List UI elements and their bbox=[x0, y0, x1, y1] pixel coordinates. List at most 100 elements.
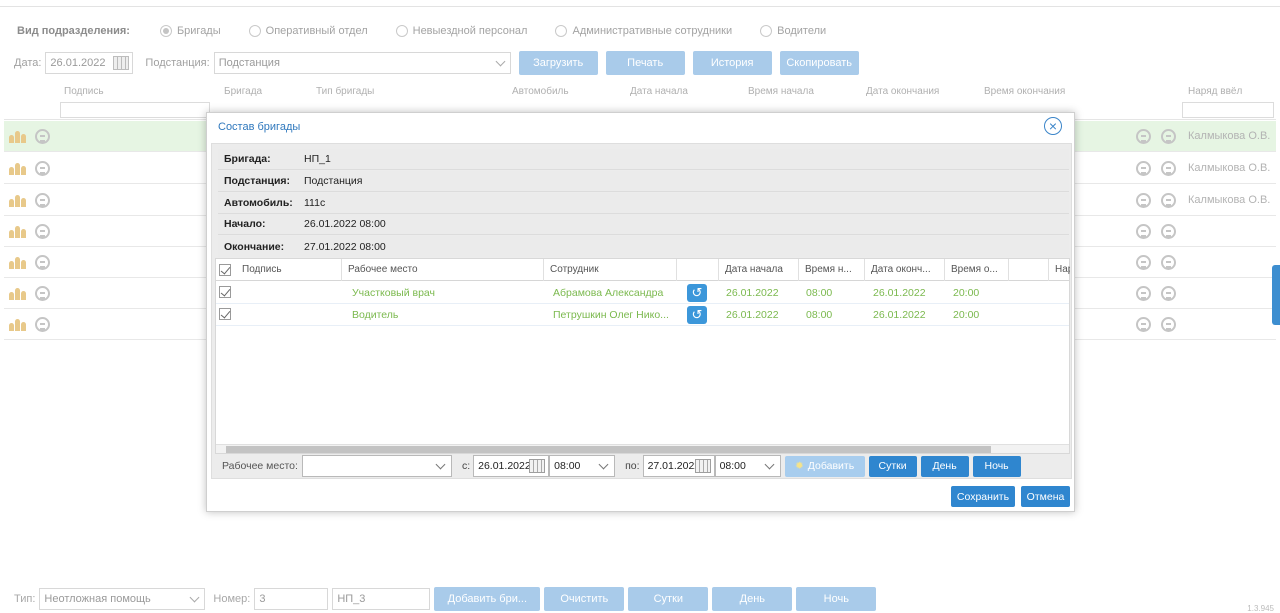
refresh-icon[interactable] bbox=[1161, 193, 1176, 208]
refresh-icon[interactable] bbox=[35, 286, 50, 301]
col-signature[interactable]: Подпись bbox=[64, 86, 104, 97]
calendar-icon[interactable] bbox=[529, 459, 546, 473]
night-button[interactable]: Ночь bbox=[972, 455, 1021, 477]
refresh-icon[interactable] bbox=[1136, 161, 1151, 176]
workplace-label: Рабочее место: bbox=[222, 460, 298, 472]
th-workplace[interactable]: Рабочее место bbox=[342, 259, 544, 281]
refresh-icon[interactable] bbox=[35, 129, 50, 144]
number-label: Номер: bbox=[213, 593, 251, 605]
night-button[interactable]: Ночь bbox=[796, 587, 877, 611]
th-employee[interactable]: Сотрудник bbox=[544, 259, 677, 281]
print-button[interactable]: Печать bbox=[605, 51, 685, 75]
refresh-icon[interactable] bbox=[1161, 161, 1176, 176]
refresh-icon[interactable] bbox=[35, 193, 50, 208]
row-checkbox[interactable] bbox=[219, 308, 231, 320]
cell-workplace: Участковый врач bbox=[352, 287, 435, 299]
day-button[interactable]: День bbox=[712, 587, 793, 611]
th-start-time[interactable]: Время н... bbox=[799, 259, 865, 281]
calendar-icon[interactable] bbox=[694, 459, 711, 473]
day-button[interactable]: День bbox=[920, 455, 969, 477]
refresh-icon[interactable] bbox=[1161, 317, 1176, 332]
undo-icon[interactable]: ↺ bbox=[687, 306, 707, 324]
refresh-icon[interactable] bbox=[1161, 224, 1176, 239]
radio-circle[interactable] bbox=[395, 25, 408, 37]
from-date-value: 26.01.2022 bbox=[478, 460, 531, 472]
undo-icon[interactable]: ↺ bbox=[687, 284, 707, 302]
add-button[interactable]: ✹ Добавить bbox=[784, 455, 865, 477]
station-select[interactable]: Подстанция bbox=[213, 52, 511, 74]
load-button[interactable]: Загрузить bbox=[518, 51, 598, 75]
side-panel-toggle[interactable] bbox=[1272, 265, 1280, 325]
to-date-field[interactable]: 27.01.2022 bbox=[642, 455, 715, 477]
day24-button[interactable]: Сутки bbox=[628, 587, 709, 611]
col-start-date[interactable]: Дата начала bbox=[630, 86, 688, 97]
refresh-icon[interactable] bbox=[1161, 255, 1176, 270]
radio-circle[interactable] bbox=[760, 25, 773, 37]
col-issued-by[interactable]: Наряд ввёл bbox=[1188, 86, 1242, 97]
table-row[interactable]: Водитель Петрушкин Олег Нико... ↺ 26.01.… bbox=[216, 304, 1069, 326]
th-end-date[interactable]: Дата оконч... bbox=[865, 259, 945, 281]
cell-employee: Абрамова Александра bbox=[553, 287, 664, 299]
refresh-icon[interactable] bbox=[1136, 193, 1151, 208]
workplace-select[interactable] bbox=[301, 455, 452, 477]
refresh-icon[interactable] bbox=[1136, 286, 1151, 301]
table-row[interactable]: Участковый врач Абрамова Александра ↺ 26… bbox=[216, 282, 1069, 304]
from-time-select[interactable]: 08:00 bbox=[549, 455, 616, 477]
date-field[interactable]: 26.01.2022 bbox=[45, 52, 134, 74]
info-row-car: Автомобиль: 111с bbox=[218, 193, 1069, 214]
refresh-icon[interactable] bbox=[1136, 317, 1151, 332]
col-brigade-type[interactable]: Тип бригады bbox=[316, 86, 374, 97]
dialog-title: Состав бригады bbox=[218, 121, 301, 133]
save-button[interactable]: Сохранить bbox=[951, 486, 1015, 507]
filter-input[interactable] bbox=[60, 102, 210, 118]
clear-button[interactable]: Очистить bbox=[544, 587, 625, 611]
col-car[interactable]: Автомобиль bbox=[512, 86, 569, 97]
filter-input[interactable] bbox=[1182, 102, 1274, 118]
th-start-date[interactable]: Дата начала bbox=[719, 259, 799, 281]
refresh-icon[interactable] bbox=[1136, 129, 1151, 144]
th-end-time[interactable]: Время о... bbox=[945, 259, 1009, 281]
close-icon[interactable]: × bbox=[1044, 117, 1062, 135]
radio-admin[interactable]: Административные сотрудники bbox=[555, 25, 732, 37]
select-all-checkbox[interactable] bbox=[219, 264, 231, 276]
col-brigade[interactable]: Бригада bbox=[224, 86, 262, 97]
dialog-footer: Сохранить Отмена bbox=[211, 483, 1072, 511]
col-start-time[interactable]: Время начала bbox=[748, 86, 814, 97]
th-extra[interactable]: Нар bbox=[1049, 259, 1070, 281]
history-button[interactable]: История bbox=[692, 51, 772, 75]
radio-circle-checked[interactable] bbox=[159, 25, 172, 37]
radio-brigades[interactable]: Бригады bbox=[159, 25, 221, 37]
code-field[interactable]: НП_3 bbox=[332, 588, 431, 610]
radio-nontravel[interactable]: Невыездной персонал bbox=[395, 25, 528, 37]
th-signature[interactable]: Подпись bbox=[236, 259, 342, 281]
radio-drivers[interactable]: Водители bbox=[760, 25, 826, 37]
col-end-date[interactable]: Дата окончания bbox=[866, 86, 939, 97]
refresh-icon[interactable] bbox=[35, 161, 50, 176]
refresh-icon[interactable] bbox=[35, 317, 50, 332]
day24-button[interactable]: Сутки bbox=[868, 455, 917, 477]
number-field[interactable]: 3 bbox=[254, 588, 329, 610]
refresh-icon[interactable] bbox=[1136, 255, 1151, 270]
add-brigade-button[interactable]: Добавить бри... bbox=[434, 587, 541, 611]
calendar-icon[interactable] bbox=[113, 56, 130, 70]
cancel-button[interactable]: Отмена bbox=[1021, 486, 1070, 507]
radio-label: Невыездной персонал bbox=[412, 25, 528, 37]
copy-button[interactable]: Скопировать bbox=[779, 51, 859, 75]
col-end-time[interactable]: Время окончания bbox=[984, 86, 1065, 97]
refresh-icon[interactable] bbox=[35, 255, 50, 270]
refresh-icon[interactable] bbox=[1161, 129, 1176, 144]
row-checkbox[interactable] bbox=[219, 286, 231, 298]
radio-circle[interactable] bbox=[248, 25, 261, 37]
radio-circle[interactable] bbox=[555, 25, 568, 37]
info-value: Подстанция bbox=[304, 175, 363, 187]
refresh-icon[interactable] bbox=[1161, 286, 1176, 301]
people-icon bbox=[9, 286, 27, 300]
radio-operative[interactable]: Оперативный отдел bbox=[248, 25, 368, 37]
type-select[interactable]: Неотложная помощь bbox=[39, 588, 206, 610]
info-value: 111с bbox=[304, 197, 326, 209]
refresh-icon[interactable] bbox=[1136, 224, 1151, 239]
from-date-field[interactable]: 26.01.2022 bbox=[473, 455, 550, 477]
refresh-icon[interactable] bbox=[35, 224, 50, 239]
to-time-select[interactable]: 08:00 bbox=[714, 455, 781, 477]
station-value: Подстанция bbox=[218, 57, 280, 69]
